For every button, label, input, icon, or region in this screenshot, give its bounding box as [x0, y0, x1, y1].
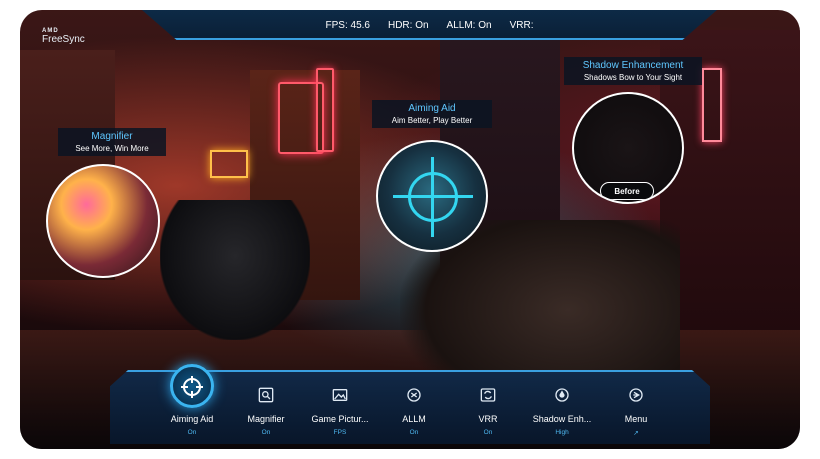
aiming-aid-preview	[376, 140, 488, 252]
allm-readout: ALLM: On	[446, 19, 492, 31]
picture-icon	[332, 389, 348, 401]
menu-item-value: On	[409, 429, 419, 436]
freesync-logo: AMD FreeSync	[42, 28, 85, 45]
menu-item-value: High	[555, 429, 569, 436]
shadow-callout-title: Shadow Enhancement	[582, 60, 684, 71]
aiming-aid-callout-subtitle: Aim Better, Play Better	[391, 116, 473, 125]
menu-item-label: Aiming Aid	[170, 414, 214, 424]
logo-product: FreeSync	[42, 34, 85, 45]
shadow-icon	[555, 388, 569, 402]
shadow-callout: Shadow Enhancement Shadows Bow to Your S…	[564, 57, 702, 85]
neon-sign	[210, 150, 248, 178]
menu-item-value: On	[261, 429, 271, 436]
menu-item-allm[interactable]: ALLM On	[377, 370, 451, 442]
menu-item-aiming-aid[interactable]: Aiming Aid On	[155, 364, 229, 442]
menu-icon	[629, 388, 643, 402]
shadow-preview: Before	[572, 92, 684, 204]
allm-icon	[407, 388, 421, 402]
menu-item-menu[interactable]: Menu ↗	[599, 370, 673, 442]
vrr-icon	[480, 388, 496, 402]
menu-item-vrr[interactable]: VRR On	[451, 370, 525, 442]
crosshair-icon	[181, 376, 203, 398]
fps-readout: FPS: 45.6	[325, 19, 370, 31]
menu-item-label: Menu	[624, 414, 648, 424]
magnifier-callout-subtitle: See More, Win More	[75, 144, 149, 153]
aiming-aid-callout-title: Aiming Aid	[408, 103, 456, 114]
game-screen: AMD FreeSync FPS: 45.6 HDR: On ALLM: On …	[20, 10, 800, 449]
magnifier-preview	[46, 164, 160, 278]
neon-sign	[316, 68, 334, 152]
menu-item-value: On	[187, 429, 197, 436]
menu-item-game-picture[interactable]: Game Pictur... FPS	[303, 370, 377, 442]
vrr-readout: VRR:	[509, 19, 534, 31]
game-bar-items: Aiming Aid On Magnifier On Game Pictur..…	[155, 364, 675, 442]
menu-item-value: FPS	[333, 429, 347, 436]
crosshair-icon	[393, 157, 473, 237]
menu-item-value: On	[483, 429, 493, 436]
menu-item-label: Magnifier	[247, 414, 285, 424]
menu-item-label: Shadow Enh...	[532, 414, 592, 424]
before-badge: Before	[600, 182, 654, 200]
neon-sign	[702, 68, 722, 142]
robot-dog	[160, 200, 310, 340]
magnifier-icon	[258, 387, 274, 403]
menu-item-magnifier[interactable]: Magnifier On	[229, 370, 303, 442]
menu-item-label: VRR	[478, 414, 498, 424]
shadow-callout-subtitle: Shadows Bow to Your Sight	[583, 73, 683, 82]
menu-item-value: ↗	[633, 430, 639, 437]
aiming-aid-callout: Aiming Aid Aim Better, Play Better	[372, 100, 492, 128]
magnifier-callout-title: Magnifier	[91, 131, 133, 142]
magnifier-callout: Magnifier See More, Win More	[58, 128, 166, 156]
hdr-readout: HDR: On	[387, 19, 429, 31]
status-bar: FPS: 45.6 HDR: On ALLM: On VRR:	[142, 10, 717, 40]
menu-item-shadow-enhancement[interactable]: Shadow Enh... High	[525, 370, 599, 442]
menu-item-label: Game Pictur...	[311, 414, 369, 424]
menu-item-label: ALLM	[402, 414, 426, 424]
